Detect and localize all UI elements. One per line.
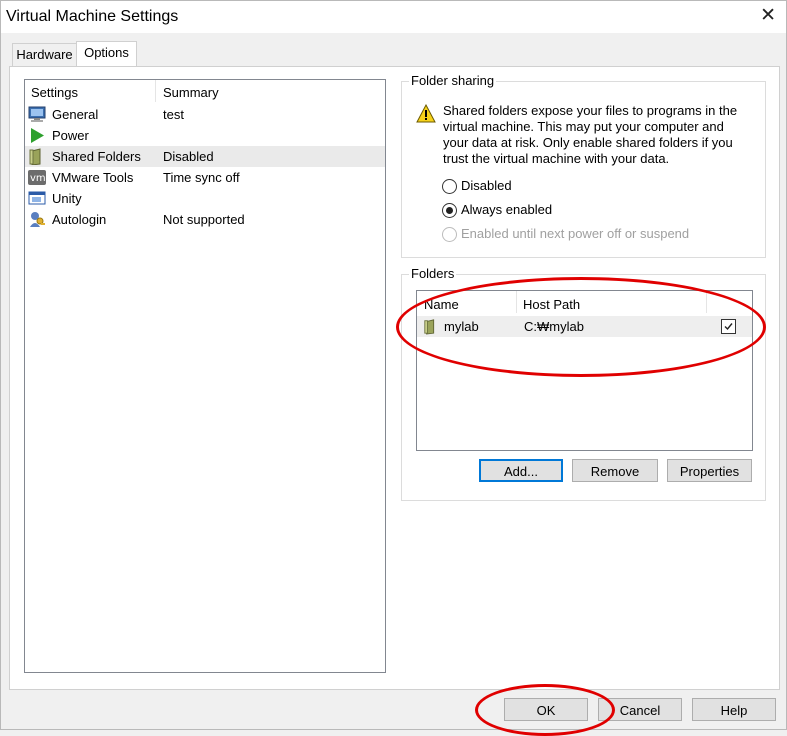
monitor-icon <box>28 106 46 122</box>
folders-list[interactable]: Name Host Path mylab C:₩mylab <box>416 290 753 451</box>
shared-folder-icon <box>424 319 435 335</box>
settings-item-summary: Time sync off <box>163 170 240 185</box>
settings-item-summary: test <box>163 107 184 122</box>
folder-enabled-checkbox[interactable] <box>721 319 736 334</box>
settings-item-summary: Not supported <box>163 212 245 227</box>
column-header-summary[interactable]: Summary <box>163 85 219 100</box>
folder-host-path: C:₩mylab <box>524 319 584 334</box>
radio-label: Always enabled <box>461 202 553 217</box>
warning-icon <box>416 104 436 123</box>
settings-item-label: Unity <box>52 191 82 206</box>
column-header-settings[interactable]: Settings <box>31 85 78 100</box>
add-folder-button[interactable]: Add... <box>479 459 563 482</box>
warning-line: Shared folders expose your files to prog… <box>443 103 738 118</box>
radio-label: Enabled until next power off or suspend <box>461 226 690 241</box>
settings-item-label: VMware Tools <box>52 170 134 185</box>
virtual-machine-settings-window: Virtual Machine Settings ✕ Hardware Opti… <box>0 0 787 736</box>
radio-selected-dot <box>446 207 453 214</box>
settings-item-label: Shared Folders <box>52 149 141 164</box>
folder-name: mylab <box>444 319 479 334</box>
power-play-icon <box>31 128 44 143</box>
tab-hardware[interactable]: Hardware <box>12 43 77 66</box>
unity-window-icon <box>28 191 46 205</box>
radio-circle <box>442 227 457 242</box>
radio-circle <box>442 203 457 218</box>
settings-item-label: Autologin <box>52 212 107 227</box>
window-title: Virtual Machine Settings <box>6 8 179 25</box>
autologin-key-icon <box>30 212 45 227</box>
svg-text:vm: vm <box>30 173 46 184</box>
folders-group: Folders Name Host Path mylab C:₩mylab Ad… <box>401 266 766 501</box>
settings-item-shared-folders[interactable]: Shared Folders Disabled <box>25 146 385 167</box>
settings-item-label: General <box>52 107 99 122</box>
column-divider <box>706 291 707 313</box>
cancel-button[interactable]: Cancel <box>598 698 682 721</box>
settings-item-general[interactable]: General test <box>25 104 385 125</box>
warning-line: your data at risk. Only enable shared fo… <box>443 135 733 150</box>
settings-list-header: Settings Summary <box>25 80 385 102</box>
checkmark-icon <box>724 323 733 331</box>
tab-options[interactable]: Options <box>76 41 137 66</box>
settings-list[interactable]: Settings Summary General test Power Shar… <box>24 79 386 673</box>
folder-properties-button[interactable]: Properties <box>667 459 752 482</box>
settings-item-autologin[interactable]: Autologin Not supported <box>25 209 385 230</box>
radio-label: Disabled <box>461 178 512 193</box>
column-divider <box>516 291 517 313</box>
settings-item-label: Power <box>52 128 89 143</box>
warning-message: Shared folders expose your files to prog… <box>443 103 737 167</box>
settings-item-vmware-tools[interactable]: vm VMware Tools Time sync off <box>25 167 385 188</box>
close-icon[interactable]: ✕ <box>760 4 776 27</box>
column-header-name[interactable]: Name <box>424 297 459 312</box>
shared-folder-icon <box>29 148 41 165</box>
folder-sharing-group: Folder sharing Shared folders expose you… <box>401 73 766 258</box>
help-button[interactable]: Help <box>692 698 776 721</box>
settings-item-unity[interactable]: Unity <box>25 188 385 209</box>
column-divider <box>155 80 156 102</box>
folder-sharing-title: Folder sharing <box>409 73 497 88</box>
settings-item-summary: Disabled <box>163 149 214 164</box>
title-bar: Virtual Machine Settings ✕ <box>1 1 786 33</box>
warning-line: virtual machine. This may put your compu… <box>443 119 724 134</box>
vmware-tools-icon: vm <box>28 170 46 185</box>
settings-item-power[interactable]: Power <box>25 125 385 146</box>
ok-button[interactable]: OK <box>504 698 588 721</box>
warning-line: trust the virtual machine with your data… <box>443 151 670 166</box>
radio-circle <box>442 179 457 194</box>
folders-title: Folders <box>409 266 457 281</box>
column-header-host-path[interactable]: Host Path <box>523 297 580 312</box>
options-tab-panel: Settings Summary General test Power Shar… <box>9 66 780 690</box>
folder-row[interactable]: mylab C:₩mylab <box>417 316 752 337</box>
remove-folder-button[interactable]: Remove <box>572 459 658 482</box>
